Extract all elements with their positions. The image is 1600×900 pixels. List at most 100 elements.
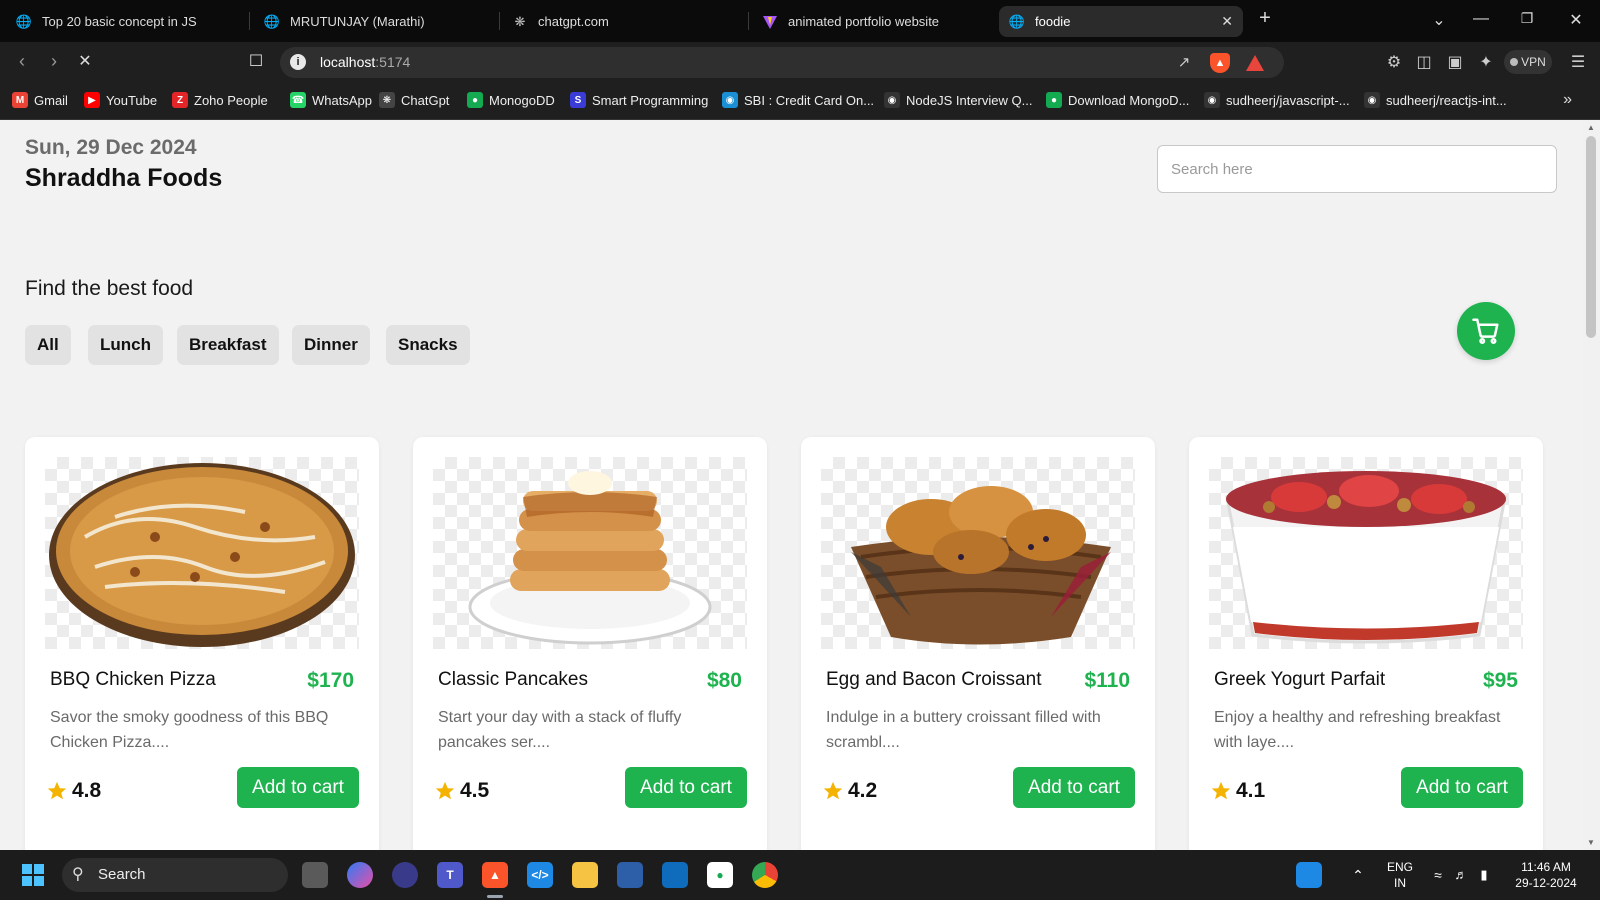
scrollbar-thumb[interactable] [1586,136,1596,338]
windows-taskbar: ⚲ Search T ▲ </> ● ⌃ ENG IN ≈ ♬ ▮ 11:46 A… [0,850,1600,900]
add-to-cart-button[interactable]: Add to cart [1401,767,1523,808]
bookmark-label: YouTube [106,92,158,108]
bookmark-item[interactable]: ◉ NodeJS Interview Q... [884,92,1032,108]
bookmark-item[interactable]: ◉ sudheerj/javascript-... [1204,92,1350,108]
clock[interactable]: 11:46 AM 29-12-2024 [1506,850,1586,900]
restore-button[interactable]: ❐ [1516,10,1538,27]
brave-shields-icon[interactable]: ▲ [1210,53,1230,73]
rating-value: 4.1 [1236,779,1266,802]
add-to-cart-button[interactable]: Add to cart [1013,767,1135,808]
category-all-button[interactable]: All [25,325,71,365]
search-input[interactable] [1157,145,1557,193]
browser-tab[interactable]: 🌐 MRUTUNJAY (Marathi) [254,6,494,37]
tab-title: foodie [1035,14,1071,29]
bookmark-item[interactable]: ▶ YouTube [84,92,157,108]
category-lunch-button[interactable]: Lunch [88,325,163,365]
browser-tab[interactable]: animated portfolio website [752,6,992,37]
browser-tab-active[interactable]: 🌐 foodie ✕ [999,6,1243,37]
mysql-workbench-icon[interactable] [617,862,643,888]
cart-button[interactable] [1457,302,1515,360]
extensions-icon[interactable]: ⚙ [1383,52,1405,72]
task-view-icon[interactable] [302,862,328,888]
new-tab-button[interactable]: + [1254,7,1276,30]
product-name: Classic Pancakes [438,669,588,690]
more-bookmarks-icon[interactable]: » [1563,91,1572,109]
bookmark-item[interactable]: ❋ ChatGpt [379,92,449,108]
language-indicator[interactable]: ENG IN [1382,850,1418,900]
sbi-icon: ◉ [722,92,738,108]
brave-browser-icon[interactable]: ▲ [482,862,508,888]
close-tab-icon[interactable]: ✕ [1221,13,1233,30]
bookmark-item[interactable]: Z Zoho People [172,92,268,108]
url-text[interactable]: localhost:5174 [320,54,410,70]
back-button[interactable]: ‹ [10,51,34,72]
product-card: Egg and Bacon Croissant $110 Indulge in … [801,437,1155,850]
forward-button[interactable]: › [42,51,66,72]
site-info-icon[interactable]: i [290,54,306,70]
star-icon [1211,781,1231,800]
brave-rewards-icon[interactable] [1246,55,1264,71]
bookmark-item[interactable]: ● MonogoDD [467,92,555,108]
youtube-icon: ▶ [84,92,100,108]
bookmark-item[interactable]: ◉ sudheerj/reactjs-int... [1364,92,1507,108]
close-window-button[interactable]: ✕ [1565,10,1587,30]
scroll-up-arrow-icon[interactable]: ▲ [1586,123,1596,132]
rating-value: 4.5 [460,779,490,802]
tab-title: animated portfolio website [788,14,940,29]
star-icon [435,781,455,800]
vpn-button[interactable]: VPN [1504,50,1552,74]
category-dinner-button[interactable]: Dinner [292,325,370,365]
category-snacks-button[interactable]: Snacks [386,325,470,365]
menu-icon[interactable]: ☰ [1567,52,1589,72]
github-icon: ◉ [884,92,900,108]
page-scrollbar[interactable]: ▲ ▼ [1582,120,1600,850]
windows-store-icon[interactable] [662,862,688,888]
show-hidden-icons-chevron[interactable]: ⌃ [1348,850,1368,900]
mongodb-compass-icon[interactable]: ● [707,862,733,888]
volume-icon[interactable]: ♬ [1452,850,1470,900]
bookmark-label: Gmail [34,92,68,108]
battery-icon[interactable]: ▮ [1474,850,1494,900]
copilot-icon[interactable] [347,862,373,888]
bookmark-label: MonogoDD [489,92,555,108]
add-to-cart-button[interactable]: Add to cart [625,767,747,808]
minimize-button[interactable]: — [1470,10,1492,28]
leo-ai-icon[interactable]: ✦ [1475,52,1497,72]
bookmark-item[interactable]: M Gmail [12,92,68,108]
windows-start-icon[interactable] [20,862,46,888]
sidebar-icon[interactable]: ◫ [1413,52,1435,72]
eclipse-icon[interactable] [392,862,418,888]
category-breakfast-button[interactable]: Breakfast [177,325,279,365]
stop-loading-button[interactable]: ✕ [73,51,97,71]
wallet-icon[interactable]: ▣ [1444,52,1466,72]
share-icon[interactable]: ↗ [1174,53,1194,73]
bookmark-item[interactable]: ● Download MongoD... [1046,92,1189,108]
file-explorer-icon[interactable] [572,862,598,888]
chrome-icon[interactable] [752,862,778,888]
vscode-icon[interactable]: </> [527,862,553,888]
bookmark-item[interactable]: S Smart Programming [570,92,708,108]
bookmark-item[interactable]: ◉ SBI : Credit Card On... [722,92,874,108]
browser-tab[interactable]: 🌐 Top 20 basic concept in JS [6,6,246,37]
add-to-cart-button[interactable]: Add to cart [237,767,359,808]
teams-icon[interactable]: T [437,862,463,888]
zoho-icon: Z [172,92,188,108]
tab-title: Top 20 basic concept in JS [42,14,197,29]
bookmark-label: Download MongoD... [1068,92,1190,108]
product-image-pancakes [433,457,747,649]
bookmark-icon[interactable]: ☐ [244,51,268,71]
product-card: Greek Yogurt Parfait $95 Enjoy a healthy… [1189,437,1543,850]
product-name: Greek Yogurt Parfait [1214,669,1386,690]
taskbar-search[interactable]: ⚲ Search [62,858,288,892]
widgets-icon[interactable] [1296,862,1322,888]
chatgpt-icon: ❋ [379,92,395,108]
address-bar[interactable]: i localhost:5174 ↗ ▲ [280,47,1284,78]
bookmarks-bar: » M Gmail ▶ YouTube Z Zoho People ☎ WhatsApp ❋ Ch… [0,83,1600,120]
product-price: $95 [1482,669,1518,692]
browser-tab[interactable]: ❋ chatgpt.com [502,6,742,37]
product-price: $170 [307,669,354,692]
bookmark-item[interactable]: ☎ WhatsApp [290,92,372,108]
scroll-down-arrow-icon[interactable]: ▼ [1586,838,1596,847]
tab-list-chevron-icon[interactable]: ⌄ [1428,10,1450,30]
wifi-icon[interactable]: ≈ [1428,850,1448,900]
